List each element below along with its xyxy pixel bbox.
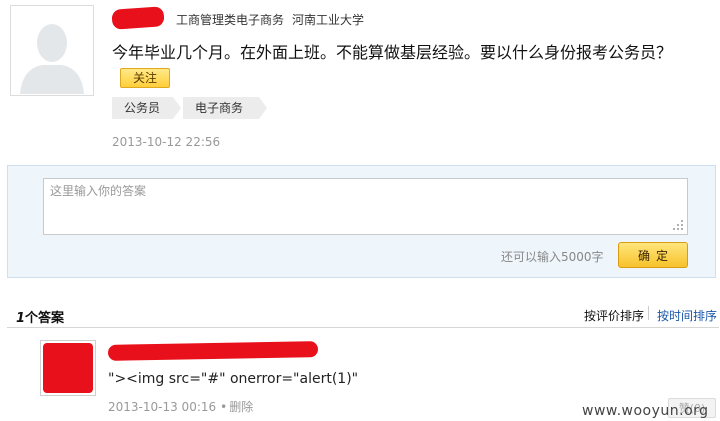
redacted-avatar (43, 343, 93, 393)
answers-count-label: 个答案 (25, 311, 65, 326)
resize-grip-icon[interactable] (672, 219, 684, 231)
answers-count-number: 1 (16, 311, 26, 326)
meta-separator-dot: • (220, 400, 228, 414)
redacted-author-name (111, 6, 165, 30)
answer-author-avatar[interactable] (40, 340, 96, 396)
submit-answer-button[interactable]: 确定 (618, 242, 688, 268)
sort-by-rating-link[interactable]: 按评价排序 (584, 307, 644, 324)
author-school[interactable]: 河南工业大学 (292, 13, 364, 27)
answer-timestamp: 2013-10-13 00:16 (108, 400, 217, 414)
author-category[interactable]: 工商管理类电子商务 (176, 13, 284, 27)
delete-link[interactable]: 删除 (229, 400, 253, 414)
default-user-icon (12, 7, 92, 94)
question-author-meta: 工商管理类电子商务 河南工业大学 (176, 11, 364, 28)
question-timestamp: 2013-10-12 22:56 (112, 135, 221, 149)
tag-civil-servant[interactable]: 公务员 (112, 97, 181, 119)
watermark-text: www.wooyun.org (582, 403, 709, 419)
follow-button[interactable]: 关注 (120, 67, 170, 88)
redacted-answerer-name (107, 341, 319, 361)
answer-meta: 2013-10-13 00:16 • 删除 (108, 398, 253, 415)
answer-body-text: "><img src="#" onerror="alert(1)" (108, 371, 359, 387)
answers-divider (7, 327, 719, 328)
tag-ecommerce[interactable]: 电子商务 (183, 97, 267, 119)
char-remaining-counter: 还可以输入5000字 (501, 250, 604, 264)
sort-by-time-link[interactable]: 按时间排序 (657, 307, 717, 324)
question-author-avatar[interactable] (10, 5, 94, 96)
question-title: 今年毕业几个月。在外面上班。不能算做基层经验。要以什么身份报考公务员？ 关注 (112, 40, 707, 92)
sort-divider (648, 306, 649, 320)
answer-textarea[interactable]: 这里输入你的答案 (43, 178, 688, 235)
question-title-text: 今年毕业几个月。在外面上班。不能算做基层经验。要以什么身份报考公务员？ (112, 43, 673, 62)
answers-count: 1个答案 (16, 307, 64, 326)
